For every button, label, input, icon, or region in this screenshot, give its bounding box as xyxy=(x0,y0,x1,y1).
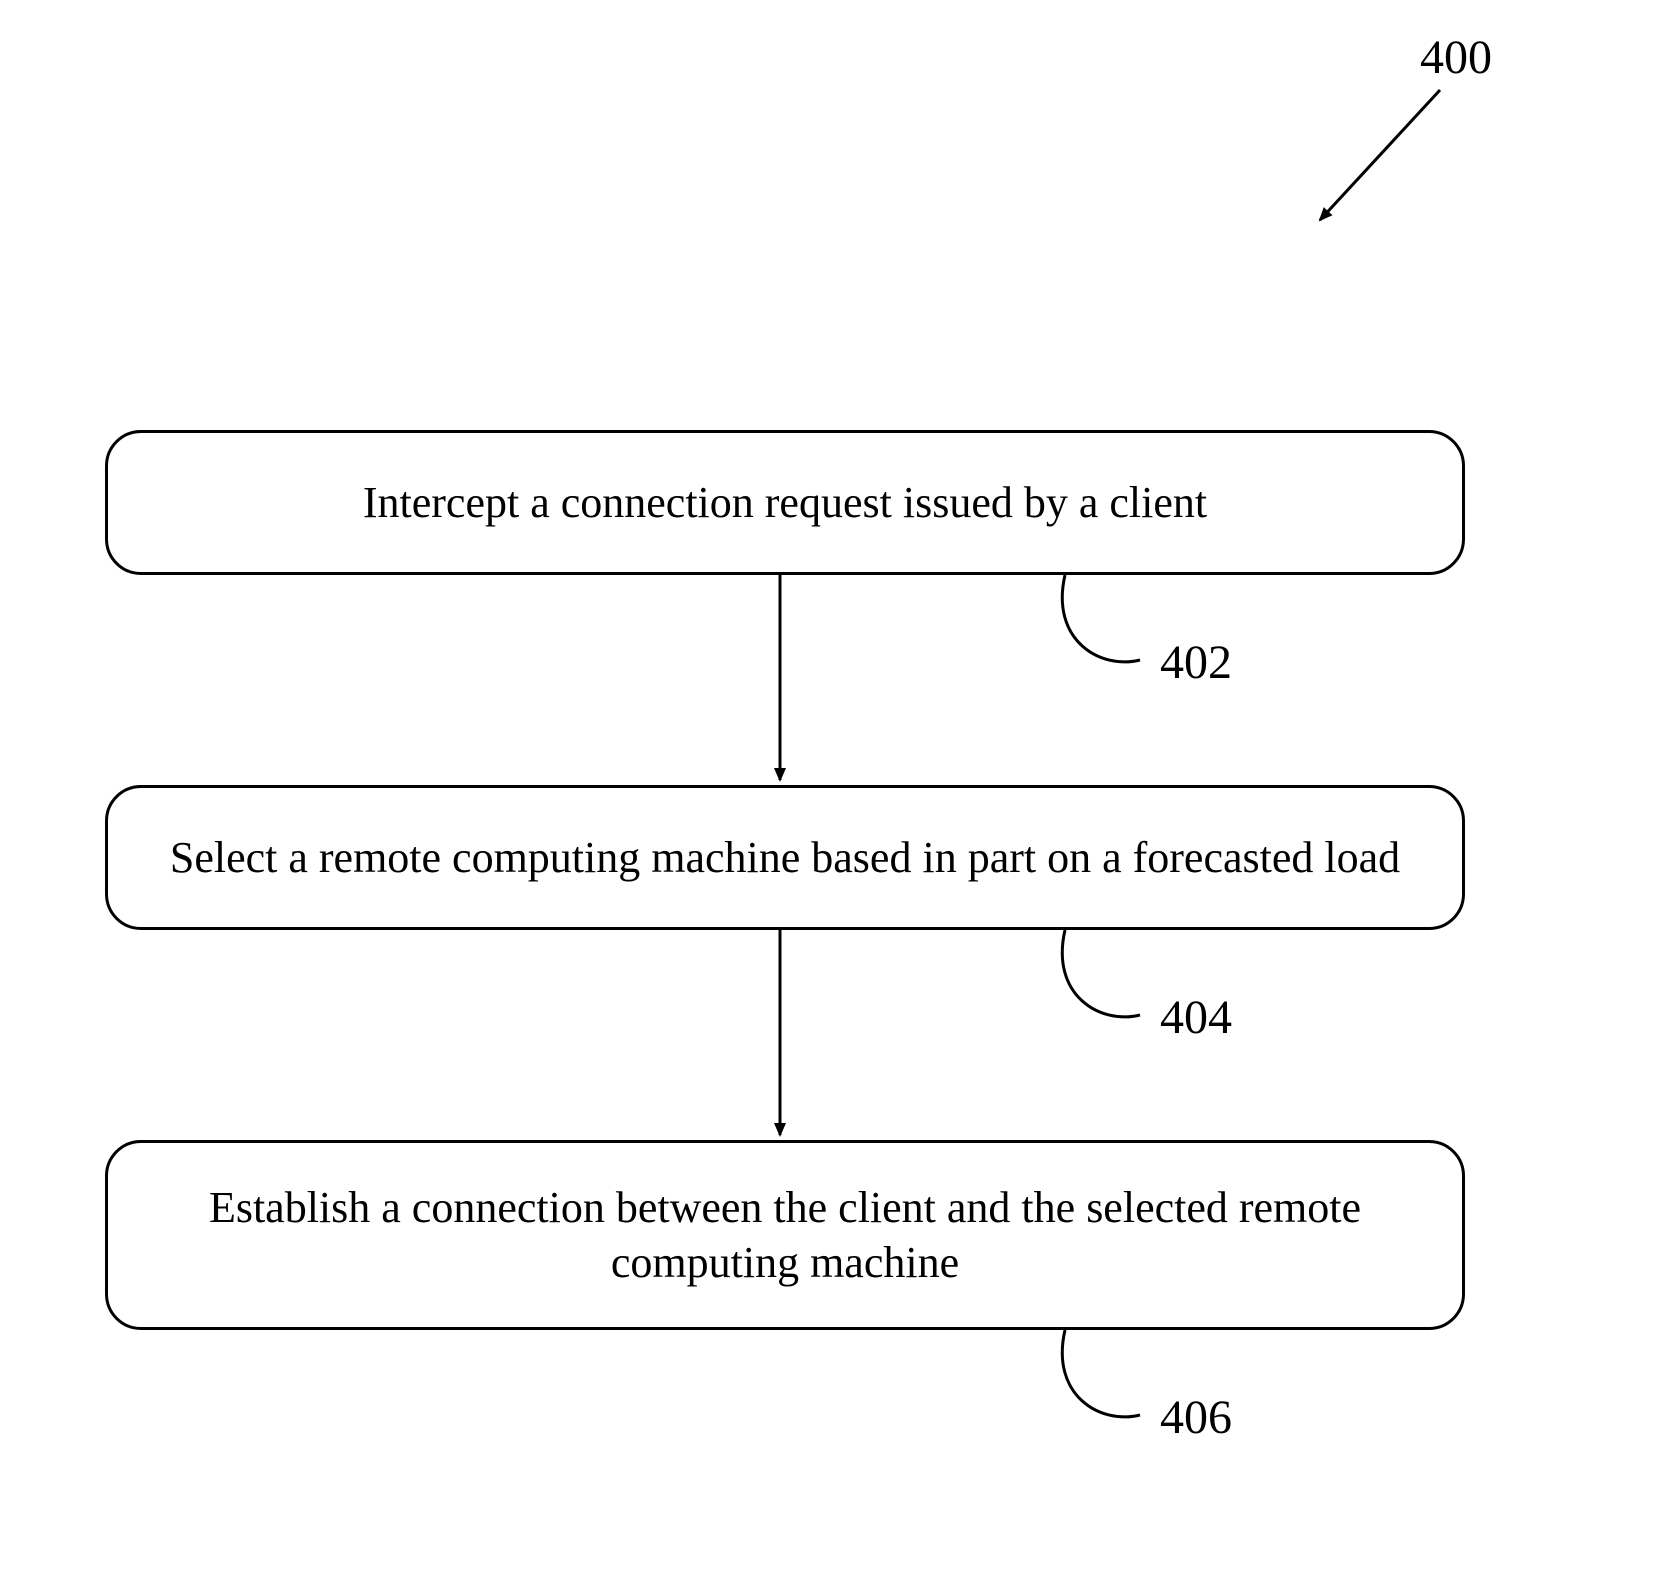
step-3-ref-label: 406 xyxy=(1160,1390,1232,1445)
step-1-ref-label: 402 xyxy=(1160,635,1232,690)
figure-ref-label: 400 xyxy=(1420,30,1492,85)
flowchart-step-1-text: Intercept a connection request issued by… xyxy=(363,475,1207,530)
flowchart-step-3: Establish a connection between the clien… xyxy=(105,1140,1465,1330)
step-2-ref-label: 404 xyxy=(1160,990,1232,1045)
flowchart-step-1: Intercept a connection request issued by… xyxy=(105,430,1465,575)
flowchart-canvas: 400 Intercept a connection request issue… xyxy=(0,0,1654,1582)
flowchart-step-2: Select a remote computing machine based … xyxy=(105,785,1465,930)
flowchart-step-3-text: Establish a connection between the clien… xyxy=(138,1180,1432,1290)
flowchart-step-2-text: Select a remote computing machine based … xyxy=(170,830,1400,885)
